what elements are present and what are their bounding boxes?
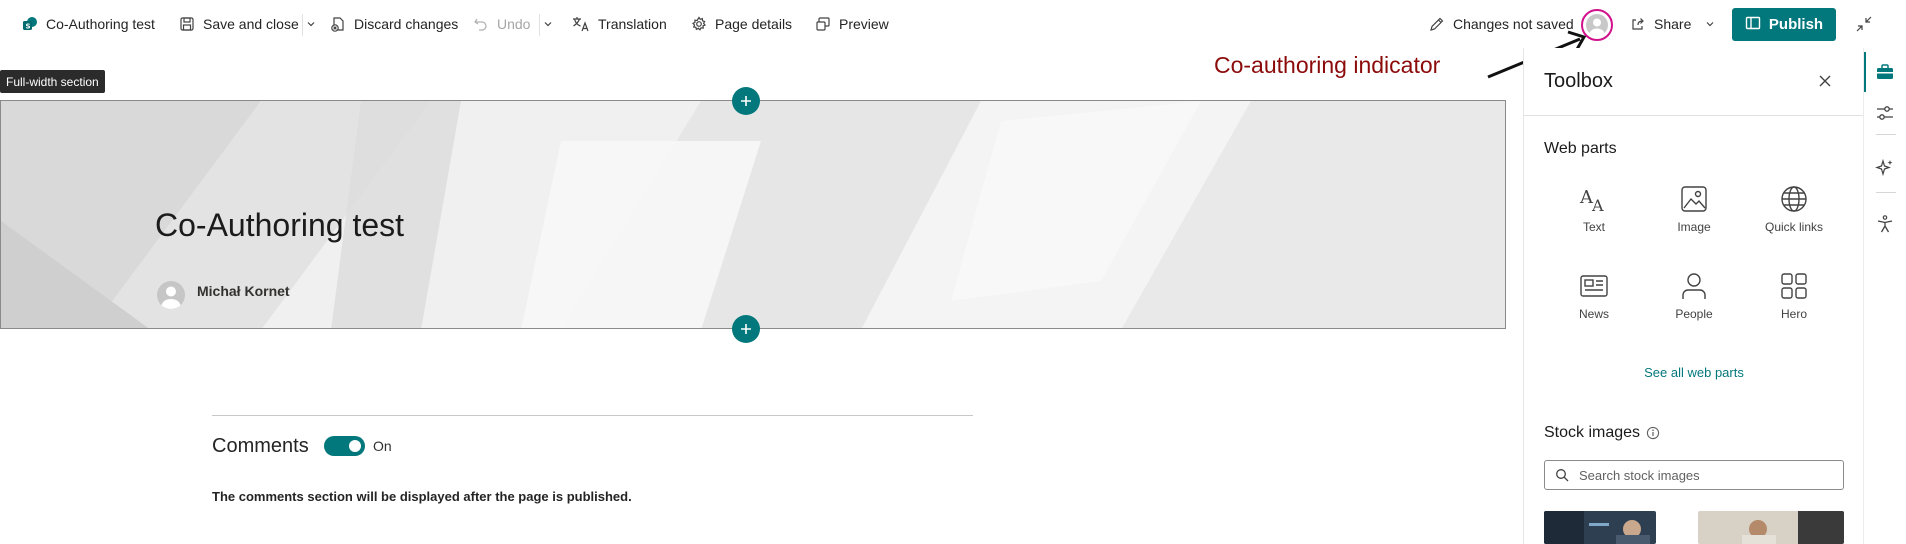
web-part-label: Text: [1582, 220, 1605, 234]
page-details-label: Page details: [715, 16, 793, 32]
sparkle-icon[interactable]: [1875, 158, 1895, 178]
stock-image-thumbnail[interactable]: [1698, 511, 1844, 544]
web-part-label: Quick links: [1764, 220, 1823, 234]
undo-label: Undo: [497, 16, 531, 32]
page-name-item[interactable]: S Co-Authoring test: [22, 0, 155, 48]
comments-heading: Comments: [212, 435, 309, 457]
discard-changes-button[interactable]: Discard changes: [330, 0, 458, 48]
web-part-people[interactable]: People: [1644, 271, 1744, 321]
divider: [302, 14, 303, 36]
share-icon: [1630, 16, 1646, 32]
comments-divider: [212, 415, 973, 416]
add-section-button[interactable]: [732, 87, 760, 115]
image-icon: [1681, 186, 1707, 212]
svg-text:A: A: [1591, 196, 1604, 214]
stock-image-thumbnail[interactable]: [1544, 511, 1656, 544]
avatar: [157, 281, 185, 309]
chevron-down-icon: [544, 22, 552, 27]
discard-changes-label: Discard changes: [354, 16, 459, 32]
undo-icon: [473, 16, 489, 32]
section-tooltip: Full-width section: [0, 70, 105, 93]
command-bar: S Co-Authoring test Save and close Disca…: [0, 0, 1906, 48]
save-and-close-button[interactable]: Save and close: [179, 0, 299, 48]
author-name: Michał Kornet: [197, 283, 290, 299]
stock-images-heading: Stock images: [1544, 424, 1660, 442]
right-rail: [1863, 48, 1906, 544]
save-and-close-label: Save and close: [203, 16, 299, 32]
toggle-knob: [349, 440, 361, 452]
person-icon: [1682, 273, 1706, 299]
publish-label: Publish: [1768, 16, 1824, 33]
collapse-icon: [1855, 15, 1873, 33]
author-byline: Michał Kornet: [157, 273, 290, 309]
toolbox-title: Toolbox: [1544, 70, 1613, 92]
page-title[interactable]: Co-Authoring test: [155, 207, 404, 244]
properties-sliders-icon[interactable]: [1875, 103, 1895, 123]
pencil-icon: [1429, 16, 1445, 32]
toolbox-panel: Toolbox Web parts AA Text Image Quick li…: [1523, 48, 1864, 544]
add-section-button[interactable]: [732, 315, 760, 343]
hero-grid-icon: [1781, 273, 1807, 299]
comments-toggle[interactable]: [324, 436, 365, 456]
gear-icon: [691, 16, 707, 32]
publish-icon: [1745, 15, 1761, 35]
web-part-label: Image: [1677, 220, 1711, 234]
web-part-label: News: [1578, 307, 1609, 321]
accessibility-icon[interactable]: [1875, 214, 1895, 234]
page-details-button[interactable]: Page details: [691, 0, 792, 48]
comments-toggle-state: On: [373, 438, 392, 454]
page-editor: S Co-Authoring test Save and close Disca…: [0, 0, 1906, 544]
info-icon[interactable]: [1646, 426, 1660, 440]
save-options-chevron[interactable]: [306, 0, 316, 48]
stock-images-search-input[interactable]: Search stock images: [1544, 460, 1844, 490]
sharepoint-icon: S: [22, 16, 38, 32]
divider: [1876, 192, 1896, 193]
web-part-news[interactable]: News: [1544, 271, 1644, 321]
divider: [539, 14, 540, 36]
translation-button[interactable]: Translation: [572, 0, 667, 48]
discard-icon: [330, 16, 346, 32]
news-icon: [1580, 275, 1608, 297]
toolbox-icon[interactable]: [1875, 62, 1895, 82]
chevron-down-icon: [307, 22, 315, 27]
web-part-label: Hero: [1780, 307, 1807, 321]
web-part-quick-links[interactable]: Quick links: [1744, 184, 1844, 234]
undo-button[interactable]: Undo: [473, 0, 530, 48]
toolbox-header: Toolbox: [1524, 48, 1864, 116]
publish-button[interactable]: Publish: [1732, 8, 1836, 41]
undo-options-chevron[interactable]: [543, 0, 553, 48]
web-parts-heading: Web parts: [1544, 140, 1617, 157]
web-part-text[interactable]: AA Text: [1544, 184, 1644, 234]
page-name-label: Co-Authoring test: [46, 16, 155, 32]
plus-icon: [741, 96, 751, 106]
annotation-label: Co-authoring indicator: [1214, 52, 1441, 78]
save-icon: [179, 16, 195, 32]
divider: [1876, 134, 1896, 135]
share-label: Share: [1654, 16, 1692, 32]
preview-label: Preview: [839, 16, 889, 32]
share-button[interactable]: Share: [1630, 0, 1715, 48]
preview-icon: [815, 16, 831, 32]
translation-label: Translation: [598, 16, 667, 32]
close-button[interactable]: [1814, 70, 1836, 92]
chevron-down-icon: [1706, 22, 1714, 27]
stock-images-label: Stock images: [1544, 424, 1641, 441]
preview-button[interactable]: Preview: [815, 0, 889, 48]
close-icon: [1819, 75, 1831, 87]
active-indicator: [1864, 52, 1866, 92]
web-part-hero[interactable]: Hero: [1744, 271, 1844, 321]
svg-text:S: S: [26, 23, 31, 31]
see-all-web-parts-link[interactable]: See all web parts: [1524, 365, 1864, 380]
collapse-button[interactable]: [1855, 0, 1873, 48]
search-icon: [1556, 469, 1569, 482]
comments-note: The comments section will be displayed a…: [212, 489, 632, 504]
web-part-image[interactable]: Image: [1644, 184, 1744, 234]
globe-icon: [1781, 186, 1807, 212]
web-part-label: People: [1675, 307, 1713, 321]
search-placeholder: Search stock images: [1579, 467, 1700, 483]
text-icon: AA: [1579, 187, 1604, 214]
translation-icon: [572, 16, 590, 32]
plus-icon: [741, 324, 751, 334]
title-area-section[interactable]: Co-Authoring test Michał Kornet: [0, 100, 1506, 329]
